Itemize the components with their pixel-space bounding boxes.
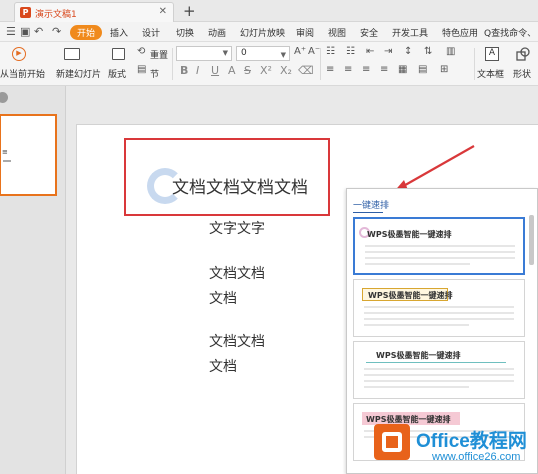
menu-icon[interactable]: ☰	[6, 25, 16, 38]
slide-thumbnail-1[interactable]: ≡	[0, 114, 57, 196]
redo-icon[interactable]: ↷	[52, 25, 61, 38]
template-heading-underline	[366, 362, 506, 363]
ribbon-divider	[474, 48, 475, 80]
clear-format-icon[interactable]: ⌫	[298, 64, 314, 77]
play-from-current-icon[interactable]: ▶	[12, 47, 26, 61]
chevron-down-icon: ▼	[280, 51, 286, 59]
template-heading: WPS极墨智能一键速排	[368, 291, 453, 300]
justify-icon[interactable]: ≡	[380, 64, 388, 75]
site-watermark: Office教程网 www.office26.com	[366, 416, 538, 474]
command-search[interactable]: Q查找命令、	[484, 26, 536, 39]
watermark-url: www.office26.com	[432, 451, 521, 463]
ribbon-divider	[172, 48, 173, 80]
shape-button[interactable]: 形状	[513, 67, 531, 80]
layout-icon[interactable]	[112, 48, 125, 60]
play-from-current-label[interactable]: 从当前开始	[0, 67, 45, 80]
new-slide-icon[interactable]	[64, 48, 80, 60]
section-icon[interactable]: ▤	[137, 64, 146, 75]
strikethrough-icon[interactable]: S	[244, 64, 251, 77]
font-size-value: 0	[241, 48, 247, 58]
reset-icon[interactable]: ⟲	[137, 46, 145, 57]
office-logo-inner	[382, 432, 402, 452]
layout-template-2[interactable]: WPS极墨智能一键速排	[353, 279, 525, 337]
numbered-list-icon[interactable]: ☷	[346, 46, 355, 57]
subscript-icon[interactable]: X₂	[280, 64, 292, 77]
menu-tab-view[interactable]: 视图	[328, 26, 346, 39]
layout-button[interactable]: 版式	[108, 67, 126, 80]
panel-title-underline	[353, 212, 383, 213]
slide-body-line[interactable]: 文字文字	[209, 218, 265, 238]
undo-icon[interactable]: ↶	[34, 25, 43, 38]
section-button[interactable]: 节	[150, 67, 159, 80]
slide-body-line[interactable]: 文档	[209, 356, 237, 376]
textbox-button[interactable]: 文本框	[477, 67, 504, 80]
menu-tab-review[interactable]: 审阅	[296, 26, 314, 39]
slide-body-line[interactable]: 文档	[209, 288, 237, 308]
font-family-dropdown[interactable]: ▼	[176, 46, 232, 61]
font-effect-icon[interactable]: A	[228, 64, 236, 77]
menu-bar: ☰ ▣ ↶ ↷ 开始 插入 设计 切换 动画 幻灯片放映 审阅 视图 安全 开发…	[0, 22, 538, 42]
indent-increase-icon[interactable]: ⇥	[384, 46, 392, 57]
menu-tab-security[interactable]: 安全	[360, 26, 378, 39]
menu-tab-design[interactable]: 设计	[142, 26, 160, 39]
save-icon[interactable]: ▣	[20, 25, 30, 38]
underline-icon[interactable]: U	[211, 64, 219, 77]
ribbon-divider	[320, 48, 321, 80]
align-left-icon[interactable]: ≡	[326, 64, 334, 75]
bullet-list-icon[interactable]: ☷	[326, 46, 335, 57]
menu-tab-insert[interactable]: 插入	[110, 26, 128, 39]
document-title: 演示文稿1	[35, 10, 77, 20]
columns-icon[interactable]: ▥	[446, 46, 455, 57]
template-text-lines	[364, 306, 514, 330]
reset-button[interactable]: 重置	[150, 48, 168, 61]
layout-template-3[interactable]: WPS极墨智能一键速排	[353, 341, 525, 399]
superscript-icon[interactable]: X²	[260, 64, 272, 77]
close-tab-icon[interactable]: ✕	[159, 6, 167, 17]
template-heading: WPS极墨智能一键速排	[376, 351, 461, 360]
ribbon-toolbar: ▶ 从当前开始 新建幻灯片 版式 ⟲ 重置 ▤ 节 ▼ 0 ▼ A⁺ A⁻ B …	[0, 42, 538, 86]
slide-body-line[interactable]: 文档文档	[209, 331, 265, 351]
text-direction-icon[interactable]: ⇅	[424, 46, 432, 57]
italic-icon[interactable]: I	[196, 64, 199, 77]
office-logo-icon	[374, 424, 410, 460]
template-text-lines	[365, 245, 515, 269]
menu-tab-developer[interactable]: 开发工具	[392, 26, 428, 39]
slide-thumbnail-pane: ≡	[0, 86, 66, 474]
slide-body-line[interactable]: 文档文档	[209, 263, 265, 283]
menu-tab-home[interactable]: 开始	[70, 25, 103, 40]
presentation-icon: P	[20, 7, 31, 18]
grow-font-icon[interactable]: A⁺	[294, 46, 306, 57]
new-slide-button[interactable]: 新建幻灯片	[56, 67, 101, 80]
new-tab-button[interactable]: +	[183, 2, 196, 20]
menu-tab-animation[interactable]: 动画	[208, 26, 226, 39]
smartart-icon[interactable]: ⊞	[440, 64, 448, 75]
thumbnail-line	[3, 160, 11, 162]
title-bar: P 演示文稿1 ✕ +	[0, 0, 538, 22]
document-tab[interactable]: P 演示文稿1 ✕	[14, 2, 174, 22]
layout-template-1[interactable]: WPS极墨智能一键速排	[353, 217, 525, 275]
align-right-icon[interactable]: ≡	[362, 64, 370, 75]
distribute-icon[interactable]: ▦	[398, 64, 407, 75]
align-center-icon[interactable]: ≡	[344, 64, 352, 75]
menu-tab-transitions[interactable]: 切换	[176, 26, 194, 39]
chevron-down-icon: ▼	[222, 49, 228, 57]
bold-icon[interactable]: B	[180, 64, 188, 77]
font-size-dropdown[interactable]: 0 ▼	[236, 46, 290, 61]
collapse-pane-button[interactable]	[0, 92, 8, 103]
template-text-lines	[364, 368, 514, 392]
panel-title: 一键速排	[353, 201, 390, 211]
text-align-icon[interactable]: ▤	[418, 64, 427, 75]
menu-tab-features[interactable]: 特色应用	[442, 26, 478, 39]
line-spacing-icon[interactable]: ↕	[404, 46, 412, 57]
watermark-brand: Office教程网	[416, 431, 527, 452]
panel-scrollbar[interactable]	[529, 215, 534, 265]
thumbnail-text: ≡	[2, 148, 8, 156]
shrink-font-icon[interactable]: A⁻	[308, 46, 320, 57]
menu-tab-slideshow[interactable]: 幻灯片放映	[240, 26, 285, 39]
title-highlight-box	[124, 138, 330, 216]
shape-icon[interactable]	[516, 47, 530, 61]
indent-decrease-icon[interactable]: ⇤	[366, 46, 374, 57]
textbox-icon[interactable]: A	[485, 47, 499, 61]
template-heading: WPS极墨智能一键速排	[367, 230, 452, 239]
